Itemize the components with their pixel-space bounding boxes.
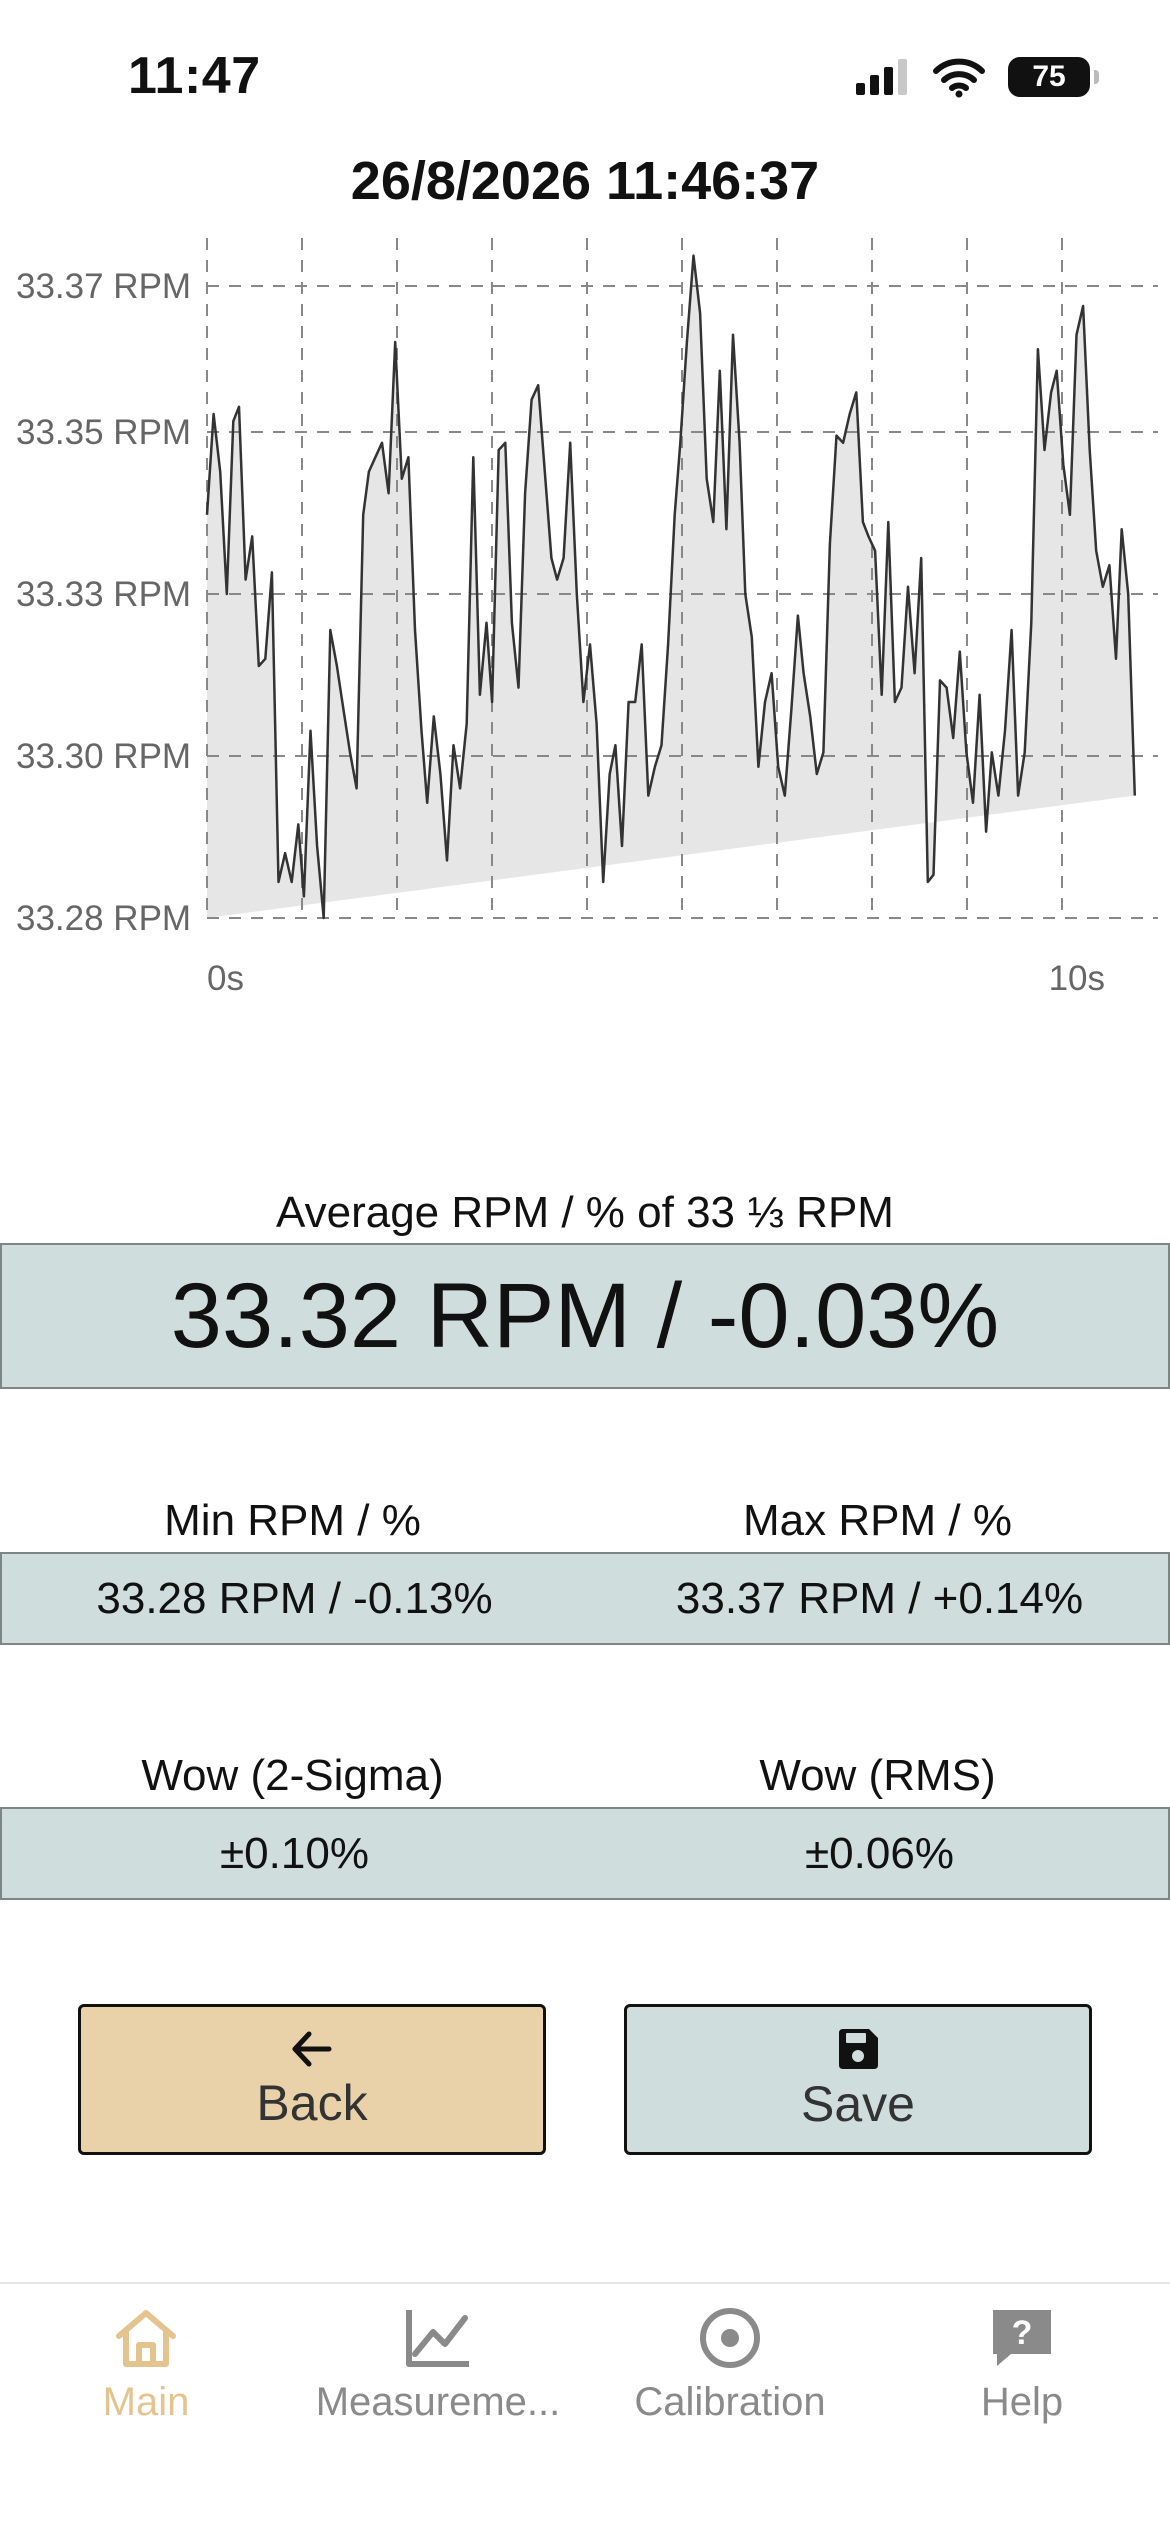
- chart-title: 26/8/2026 11:46:37: [350, 151, 820, 211]
- tab-measurements-label: Measureme...: [315, 2380, 561, 2424]
- arrow-left-icon: [292, 2031, 332, 2066]
- wow-2sigma-value: ±0.10%: [220, 1828, 369, 1878]
- status-icons: 75: [854, 52, 1099, 102]
- home-icon: [116, 2310, 176, 2367]
- back-button[interactable]: Back: [78, 2004, 546, 2155]
- y-tick-label: 33.35 RPM: [16, 413, 191, 452]
- cellular-signal-icon: [856, 59, 907, 95]
- save-button-label: Save: [801, 2075, 915, 2132]
- wow-rms-label: Wow (RMS): [759, 1751, 996, 1800]
- back-button-label: Back: [256, 2074, 368, 2131]
- wow-value-box: ±0.10% ±0.06%: [0, 1807, 1170, 1900]
- x-tick-label: 10s: [1049, 959, 1105, 998]
- average-value-box: 33.32 RPM / -0.03%: [0, 1243, 1170, 1389]
- y-tick-label: 33.28 RPM: [16, 899, 191, 938]
- chart-icon: [406, 2310, 469, 2367]
- tab-main[interactable]: Main: [0, 2284, 292, 2484]
- min-max-value-box: 33.28 RPM / -0.13% 33.37 RPM / +0.14%: [0, 1552, 1170, 1645]
- help-icon: ?: [993, 2310, 1051, 2366]
- tab-help-label: Help: [980, 2380, 1064, 2424]
- wifi-icon: [933, 58, 985, 98]
- floppy-disk-icon: [839, 2028, 878, 2069]
- average-label: Average RPM / % of 33 ⅓ RPM: [276, 1188, 894, 1237]
- rpm-chart: 33.37 RPM 33.35 RPM 33.33 RPM 33.30 RPM 33.2…: [16, 238, 1158, 998]
- status-bar: 11:47 75: [0, 0, 1170, 150]
- y-tick-label: 33.30 RPM: [16, 737, 191, 776]
- max-value: 33.37 RPM / +0.14%: [675, 1573, 1084, 1623]
- status-time: 11:47: [128, 47, 261, 105]
- tab-calibration-label: Calibration: [634, 2380, 826, 2424]
- tab-measurements[interactable]: Measureme...: [292, 2284, 584, 2484]
- tab-bar: Main Measureme... Calibration ? Help: [0, 2282, 1170, 2534]
- wow-rms-value: ±0.06%: [805, 1828, 954, 1878]
- min-label: Min RPM / %: [164, 1496, 421, 1545]
- wow-2sigma-label: Wow (2-Sigma): [141, 1751, 444, 1800]
- x-tick-label: 0s: [207, 959, 244, 998]
- min-value: 33.28 RPM / -0.13%: [96, 1573, 493, 1623]
- tab-main-label: Main: [102, 2380, 190, 2424]
- max-label: Max RPM / %: [743, 1496, 1012, 1545]
- target-icon: [700, 2308, 760, 2368]
- average-value: 33.32 RPM / -0.03%: [170, 1264, 1000, 1367]
- battery-icon: 75: [1008, 57, 1099, 97]
- tab-help[interactable]: ? Help: [876, 2284, 1168, 2484]
- battery-level: 75: [1032, 60, 1066, 93]
- y-tick-label: 33.33 RPM: [16, 575, 191, 614]
- svg-text:?: ?: [1012, 2314, 1033, 2352]
- tab-calibration[interactable]: Calibration: [584, 2284, 876, 2484]
- y-tick-label: 33.37 RPM: [16, 267, 191, 306]
- save-button[interactable]: Save: [624, 2004, 1092, 2155]
